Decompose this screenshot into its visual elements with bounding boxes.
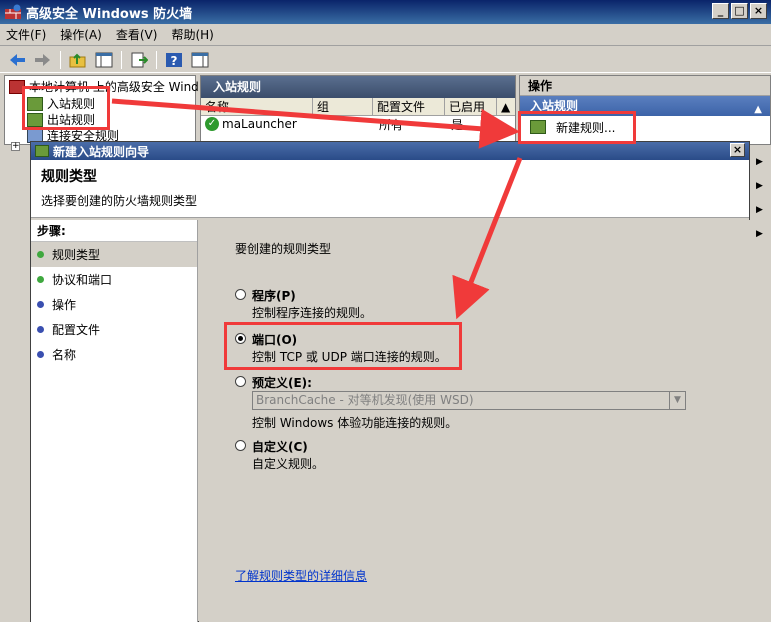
toolbar: ? — [0, 47, 771, 73]
show-action-pane-icon[interactable] — [189, 50, 211, 70]
step-label: 操作 — [52, 298, 77, 312]
predefined-select: BranchCache - 对等机发现(使用 WSD) ▼ — [252, 391, 686, 410]
window-title: 高级安全 Windows 防火墙 — [26, 6, 193, 22]
step-label: 配置文件 — [52, 323, 101, 337]
export-list-icon[interactable] — [128, 50, 150, 70]
step-status-dot — [37, 351, 44, 358]
column-profile[interactable]: 配置文件 — [373, 98, 445, 115]
chevron-down-icon: ▼ — [669, 392, 685, 409]
annotation-box-new-rule — [518, 111, 636, 144]
show-hide-tree-icon[interactable] — [93, 50, 115, 70]
column-name[interactable]: 名称 — [201, 98, 313, 115]
dialog-heading: 规则类型 — [41, 169, 97, 185]
panel-title: 入站规则 — [201, 76, 515, 98]
option-label: 预定义(E): — [252, 376, 312, 390]
up-folder-icon[interactable] — [67, 50, 89, 70]
step-protocol-ports[interactable]: 协议和端口 — [31, 267, 197, 292]
table-row[interactable]: ✓ maLauncher 所有 是 — [201, 116, 515, 132]
predefined-select-value: BranchCache - 对等机发现(使用 WSD) — [256, 393, 474, 407]
enabled-check-icon: ✓ — [205, 117, 219, 131]
rule-enabled: 是 — [451, 117, 464, 132]
step-status-dot — [37, 326, 44, 333]
column-headers: 名称 组 配置文件 已启用 ▲ — [201, 98, 515, 116]
maximize-button[interactable]: □ — [731, 3, 748, 19]
dialog-title: 新建入站规则向导 — [53, 144, 150, 159]
annotation-box-port-option — [224, 322, 462, 370]
minimize-button[interactable]: _ — [712, 3, 729, 19]
dialog-subheading: 选择要创建的防火墙规则类型 — [41, 194, 198, 208]
back-arrow-icon[interactable] — [6, 50, 28, 70]
rule-name: maLauncher — [222, 117, 297, 131]
firewall-app-icon — [4, 4, 22, 20]
option-custom[interactable]: 自定义(C) — [235, 438, 308, 455]
menu-help[interactable]: 帮助(H) — [171, 26, 213, 43]
radio-custom[interactable] — [235, 440, 246, 451]
toolbar-separator — [156, 50, 157, 69]
steps-panel: 步骤: 规则类型 协议和端口 操作 配置文件 名称 — [31, 220, 198, 622]
menu-view[interactable]: 查看(V) — [116, 26, 158, 43]
step-status-dot — [37, 276, 44, 283]
rule-profile: 所有 — [379, 117, 404, 132]
step-label: 名称 — [52, 348, 77, 362]
step-label: 规则类型 — [52, 248, 101, 262]
toolbar-separator — [60, 50, 61, 69]
action-submenu-arrows: ▶ ▶ ▶ ▶ — [756, 157, 763, 239]
option-desc: 控制程序连接的规则。 — [252, 306, 373, 320]
help-icon[interactable]: ? — [163, 50, 185, 70]
annotation-box-tree — [22, 86, 110, 130]
scroll-up-icon[interactable]: ▲ — [497, 98, 513, 115]
steps-header: 步骤: — [31, 220, 197, 242]
rule-type-prompt: 要创建的规则类型 — [235, 242, 332, 256]
wizard-icon — [35, 145, 49, 157]
option-desc: 自定义规则。 — [252, 457, 325, 471]
option-program[interactable]: 程序(P) — [235, 287, 296, 304]
step-action[interactable]: 操作 — [31, 292, 197, 317]
menu-file[interactable]: 文件(F) — [6, 26, 46, 43]
step-status-dot — [37, 251, 44, 258]
menu-bar: 文件(F) 操作(A) 查看(V) 帮助(H) — [0, 24, 771, 46]
collapse-icon: ▲ — [754, 104, 762, 115]
dialog-header: 规则类型 选择要创建的防火墙规则类型 — [31, 160, 749, 218]
svg-text:?: ? — [171, 54, 178, 68]
close-button[interactable]: × — [750, 3, 767, 19]
window-title-bar: 高级安全 Windows 防火墙 _ □ × — [0, 0, 771, 24]
rule-type-content: 要创建的规则类型 程序(P) 控制程序连接的规则。 端口(O) 控制 TCP 或… — [199, 220, 751, 622]
step-status-dot — [37, 301, 44, 308]
column-group[interactable]: 组 — [313, 98, 373, 115]
dialog-close-button[interactable]: × — [730, 143, 745, 157]
menu-action[interactable]: 操作(A) — [60, 26, 102, 43]
dialog-title-bar: 新建入站规则向导 × — [31, 142, 749, 160]
radio-program[interactable] — [235, 289, 246, 300]
option-desc: 控制 Windows 体验功能连接的规则。 — [252, 416, 458, 430]
option-label: 自定义(C) — [252, 440, 308, 454]
column-enabled[interactable]: 已启用 — [445, 98, 497, 115]
forward-arrow-icon[interactable] — [32, 50, 54, 70]
new-inbound-rule-wizard: 新建入站规则向导 × 规则类型 选择要创建的防火墙规则类型 步骤: 规则类型 协… — [30, 141, 751, 622]
option-label: 程序(P) — [252, 289, 296, 303]
step-label: 协议和端口 — [52, 273, 113, 287]
radio-predefined[interactable] — [235, 376, 246, 387]
option-predefined[interactable]: 预定义(E): — [235, 374, 312, 391]
step-name[interactable]: 名称 — [31, 342, 197, 367]
step-rule-type[interactable]: 规则类型 — [31, 242, 197, 267]
actions-title: 操作 — [520, 76, 770, 96]
toolbar-separator — [121, 50, 122, 69]
step-profile[interactable]: 配置文件 — [31, 317, 197, 342]
learn-more-link[interactable]: 了解规则类型的详细信息 — [235, 567, 367, 584]
tree-expand-toggle[interactable]: + — [11, 142, 20, 151]
inbound-rules-panel: 入站规则 名称 组 配置文件 已启用 ▲ ✓ maLauncher 所有 是 — [200, 75, 516, 145]
